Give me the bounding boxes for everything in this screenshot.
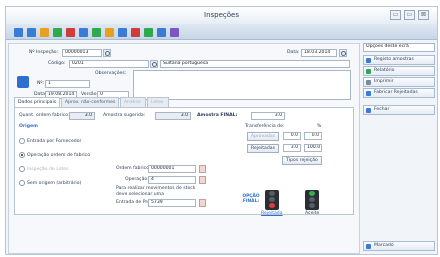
codigo-field[interactable]: 0201 [69, 60, 149, 68]
opcao-final-label: OPÇÃO FINAL: [242, 194, 260, 204]
print-icon[interactable] [118, 28, 127, 37]
amostra-final-field[interactable]: 3.0 [251, 112, 285, 120]
toolbar [6, 24, 437, 40]
origem-option-label: Inspeção de Lotes [27, 166, 69, 172]
tab-analise[interactable]: Análise [120, 97, 146, 107]
filter-icon[interactable] [105, 28, 114, 37]
marker-icon [366, 244, 371, 249]
forward-icon[interactable] [27, 28, 36, 37]
save-icon[interactable] [79, 28, 88, 37]
side-button-1[interactable]: Relatório [363, 66, 435, 76]
origem-title: Origem [19, 124, 38, 129]
amostra-sugerida-field: 3.0 [155, 112, 191, 120]
aceite-label: Aceite [305, 211, 320, 216]
origem-option-label: Sem origem (arbitrário) [27, 180, 82, 186]
transferencia-label: Transferência de: [245, 124, 285, 129]
traffic-light-aceite-icon[interactable] [305, 190, 319, 210]
close-icon[interactable] [66, 28, 75, 37]
data-field[interactable]: 18.03.2014 [301, 49, 337, 57]
tab-aprov-nao-conformes[interactable]: Aprov. não-conformes [61, 97, 119, 107]
options-dropdown[interactable]: Opções deste ecrã [363, 43, 435, 52]
help-icon[interactable] [157, 28, 166, 37]
rejeitadas-value: 3.0 [283, 144, 301, 152]
observacoes-textarea[interactable] [133, 70, 351, 100]
close-icon [366, 108, 371, 113]
nr-field[interactable]: 1 [45, 80, 90, 88]
find-icon[interactable] [144, 28, 153, 37]
list-icon[interactable] [92, 28, 101, 37]
traffic-light-rejeitada-icon[interactable] [265, 190, 279, 210]
minimize-button[interactable]: ▭ [390, 10, 401, 20]
side-button-label: Imprimir [374, 79, 394, 84]
entrada-field[interactable]: 5739 [148, 199, 196, 207]
operacao-select[interactable]: 4 [148, 176, 196, 184]
aprovadas-button[interactable]: Aprovadas [247, 132, 279, 141]
origem-option-label: Operação ordem de fabrico [27, 152, 91, 158]
side-button-label: Relatório [374, 68, 395, 73]
inspection-window: Inspeções ▭ ▭ ⊠ Nº Inspeção: 00000013 Da… [5, 6, 438, 255]
delete-icon[interactable] [131, 28, 140, 37]
calendar-icon[interactable] [339, 49, 347, 57]
side-button-3[interactable]: Fabricar Rejeitadas [363, 88, 435, 98]
entrada-clear-icon[interactable] [199, 199, 206, 207]
aprovadas-value: 0.0 [283, 132, 301, 140]
nr-label: Nº: [37, 81, 45, 86]
codigo-search-icon[interactable] [150, 60, 158, 68]
side-button-label: Fabricar Rejeitadas [374, 90, 418, 95]
inspecao-field[interactable]: 00000013 [62, 49, 102, 57]
side-panel: Opções deste ecrã Registo amostras Relató… [363, 43, 437, 254]
print-icon [366, 80, 371, 85]
fechar-label: Fechar [374, 107, 390, 112]
side-button-0[interactable]: Registo amostras [363, 55, 435, 65]
fechar-button[interactable]: Fechar [363, 105, 435, 115]
quant-label: Quant. ordem fabrico: [19, 113, 70, 118]
inspection-icon [17, 76, 29, 88]
side-button-2[interactable]: Imprimir [363, 77, 435, 87]
side-button-label: Registo amostras [374, 57, 414, 62]
amostra-final-label: Amostra FINAL: [197, 113, 238, 118]
ordem-field[interactable]: 00000001 [148, 165, 196, 173]
origem-radio-1[interactable] [19, 152, 25, 158]
grid-icon [366, 58, 371, 63]
ordem-label: Ordem fabrico: [116, 166, 151, 171]
codigo-description: Sultana portuguesa [160, 60, 350, 68]
operacao-clear-icon[interactable] [199, 176, 206, 184]
origem-option-label: Entrada por Fornecedor [27, 138, 82, 144]
title-bar: Inspeções ▭ ▭ ⊠ [6, 7, 437, 24]
quant-field: 3.0 [69, 112, 95, 120]
tipos-rejeicao-button[interactable]: Tipos rejeição [282, 156, 322, 165]
rejeitada-label[interactable]: Rejeitada [261, 211, 283, 216]
window-title: Inspeções [204, 11, 239, 19]
fabricate-icon [366, 91, 371, 96]
rejeitadas-percent: 100.0 [304, 144, 322, 152]
settings-icon[interactable] [170, 28, 179, 37]
percent-label: % [317, 124, 322, 129]
maximize-button[interactable]: ▭ [404, 10, 415, 20]
rejeitadas-button[interactable]: Rejeitadas [247, 144, 279, 153]
origem-radio-0[interactable] [19, 138, 25, 144]
data-label: Data: [287, 50, 300, 55]
main-panel: Quant. ordem fabrico: 3.0 Amostra sugeri… [14, 107, 354, 216]
marcado-button[interactable]: Marcado [363, 241, 435, 251]
movimentos-hint: Para realizar movimentos de stock deve s… [116, 186, 196, 197]
tab-lotes[interactable]: Lotes [147, 97, 169, 107]
aprovadas-percent: 0.0 [304, 132, 322, 140]
close-window-button[interactable]: ⊠ [418, 10, 429, 20]
report-icon [366, 69, 371, 74]
origem-radio-3[interactable] [19, 180, 25, 186]
operacao-label: Operação: [125, 177, 149, 182]
codigo-label: Código: [48, 61, 66, 66]
ordem-clear-icon[interactable] [199, 165, 206, 173]
marcado-label: Marcado [374, 243, 394, 248]
back-icon[interactable] [14, 28, 23, 37]
observacoes-label: Observações: [95, 71, 127, 76]
origem-radio-2[interactable] [19, 166, 25, 172]
first-icon[interactable] [40, 28, 49, 37]
inspecao-label: Nº Inspeção: [29, 50, 59, 55]
refresh-icon[interactable] [53, 28, 62, 37]
inspecao-search-icon[interactable] [103, 49, 111, 57]
amostra-sugerida-label: Amostra sugerida: [103, 113, 146, 118]
